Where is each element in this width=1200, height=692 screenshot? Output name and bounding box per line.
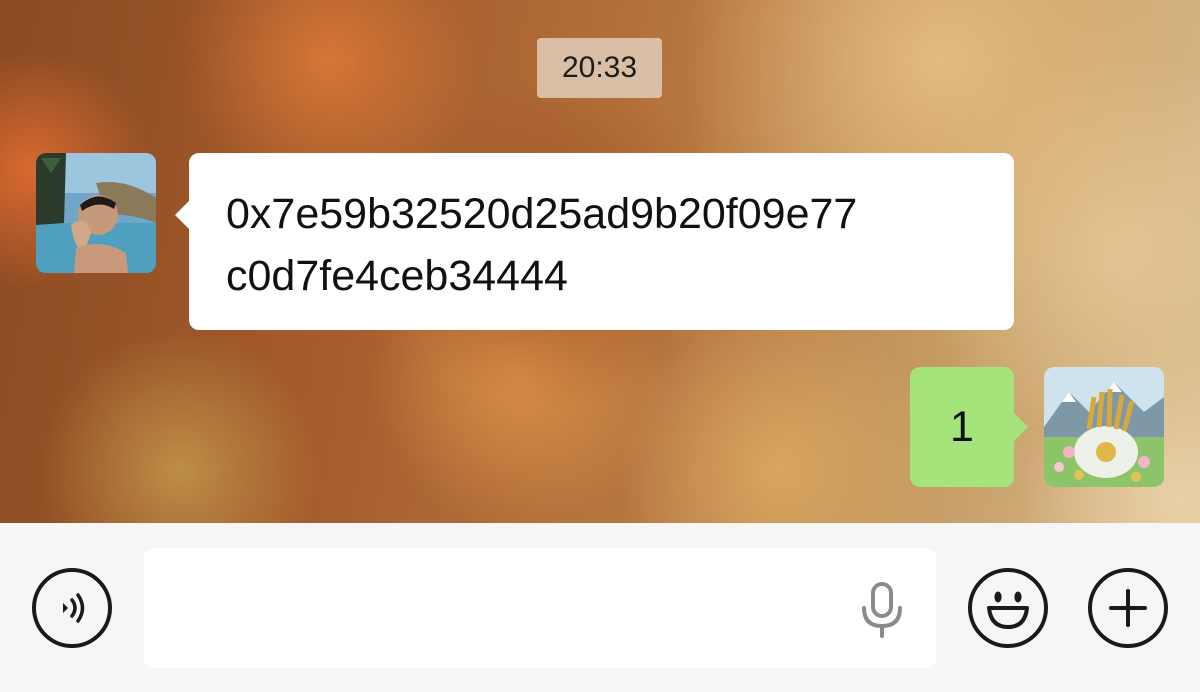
- voice-mode-icon: [63, 593, 85, 623]
- my-avatar[interactable]: [1044, 367, 1164, 487]
- message-text-line: 0x7e59b32520d25ad9b20f09e77: [226, 190, 858, 238]
- outgoing-message-bubble[interactable]: 1: [910, 367, 1028, 487]
- microphone-icon[interactable]: [858, 582, 906, 638]
- input-bar: [0, 523, 1200, 692]
- emoji-icon: [987, 591, 1029, 629]
- incoming-message-bubble[interactable]: 0x7e59b32520d25ad9b20f09e77 c0d7fe4ceb34…: [175, 153, 1014, 330]
- message-input-box[interactable]: [144, 548, 936, 668]
- chat-area[interactable]: 20:33 0x7e59b32520d25ad9b20f09e77 c0d7fe…: [0, 0, 1200, 523]
- emoji-button[interactable]: [968, 568, 1048, 648]
- message-text-line: c0d7fe4ceb34444: [226, 252, 568, 300]
- message-text: 1: [950, 403, 974, 451]
- more-options-button[interactable]: [1088, 568, 1168, 648]
- contact-avatar[interactable]: [36, 153, 156, 273]
- voice-mode-button[interactable]: [32, 568, 112, 648]
- plus-icon: [1109, 589, 1147, 627]
- message-input[interactable]: [164, 578, 844, 638]
- contact-avatar-photo: [36, 153, 156, 273]
- timestamp-badge: 20:33: [537, 38, 662, 98]
- my-avatar-image: [1044, 367, 1164, 487]
